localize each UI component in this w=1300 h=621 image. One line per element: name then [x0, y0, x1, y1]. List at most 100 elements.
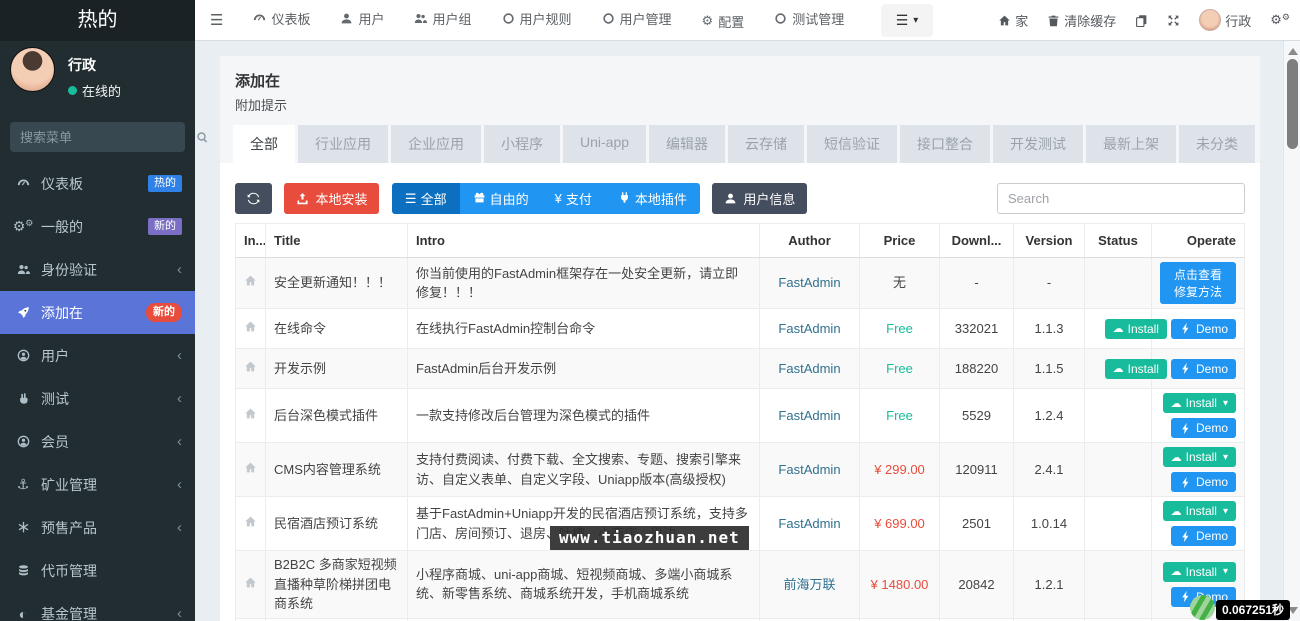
install-button[interactable]: ☁Install — [1105, 359, 1167, 379]
top-nav-item[interactable]: 用户管理 — [587, 0, 687, 39]
userinfo-button[interactable]: 用户信息 — [712, 183, 807, 214]
addon-author-link[interactable]: 前海万联 — [783, 577, 835, 592]
topbar-expand[interactable] — [1167, 14, 1180, 27]
column-header[interactable]: In... — [236, 224, 266, 258]
filter-支付[interactable]: ¥支付 — [542, 183, 605, 214]
fix-button[interactable]: 点击查看修复方法 — [1160, 262, 1236, 304]
scroll-up-arrow-icon[interactable] — [1288, 48, 1298, 55]
table-row: 在线命令 在线执行FastAdmin控制台命令 FastAdmin Free 3… — [236, 309, 1245, 349]
nav-more-dropdown[interactable]: ☰ ▾ — [881, 4, 933, 37]
addon-author-link[interactable]: FastAdmin — [778, 516, 840, 531]
addon-author-link[interactable]: FastAdmin — [778, 462, 840, 477]
list-icon: ☰ — [405, 191, 417, 207]
sidebar-item[interactable]: 身份验证 ‹ — [0, 248, 195, 291]
install-dropdown-button[interactable]: ☁Install▾ — [1163, 562, 1236, 582]
addon-intro: 支持付费阅读、付费下载、全文搜索、专题、搜索引擎来访、自定义表单、自定义字段、U… — [408, 443, 760, 497]
sidebar-item[interactable]: ◐ 基金管理 ‹ — [0, 592, 195, 621]
demo-button[interactable]: Demo — [1171, 418, 1236, 438]
sidebar-item[interactable]: 仪表板 热的 — [0, 162, 195, 205]
tab-云存储[interactable]: 云存储 — [728, 125, 804, 163]
install-button[interactable]: ☁Install — [1105, 319, 1167, 339]
sidebar-item[interactable]: 代币管理 — [0, 549, 195, 592]
tab-最新上架[interactable]: 最新上架 — [1086, 125, 1176, 163]
tab-接口整合[interactable]: 接口整合 — [900, 125, 990, 163]
sidebar-item[interactable]: 添加在 新的 — [0, 291, 195, 334]
tab-编辑器[interactable]: 编辑器 — [649, 125, 725, 163]
column-header[interactable]: Downl... — [940, 224, 1014, 258]
tab-未分类[interactable]: 未分类 — [1179, 125, 1255, 163]
circle-o-icon — [774, 12, 787, 25]
column-header[interactable]: Title — [266, 224, 408, 258]
loading-spinner-icon — [1190, 595, 1215, 620]
local-install-button[interactable]: 本地安装 — [284, 183, 379, 214]
sidebar-item[interactable]: 用户 ‹ — [0, 334, 195, 377]
yen-icon: ¥ — [555, 191, 562, 206]
topbar-copy[interactable] — [1135, 14, 1148, 27]
column-header[interactable]: Version — [1014, 224, 1085, 258]
top-nav-item[interactable]: ⚙配置 — [687, 1, 760, 41]
addon-author-link[interactable]: FastAdmin — [778, 361, 840, 376]
sidebar-item[interactable]: ⚙⚙ 一般的 新的 — [0, 205, 195, 248]
topbar-user[interactable]: 行政 — [1199, 9, 1251, 31]
avatar[interactable] — [10, 47, 55, 92]
top-nav-item[interactable]: 用户规则 — [487, 0, 587, 39]
sidebar-item[interactable]: 预售产品 ‹ — [0, 506, 195, 549]
sidebar-item[interactable]: 会员 ‹ — [0, 420, 195, 463]
tab-Uni-app[interactable]: Uni-app — [563, 125, 646, 163]
tab-全部[interactable]: 全部 — [233, 125, 295, 163]
gear-icon: ⚙ — [702, 13, 714, 29]
topbar-cogs[interactable]: ⚙⚙ — [1270, 12, 1290, 28]
column-header[interactable]: Price — [860, 224, 940, 258]
addon-author-link[interactable]: FastAdmin — [778, 275, 840, 290]
tab-小程序[interactable]: 小程序 — [484, 125, 560, 163]
column-header[interactable]: Operate — [1152, 224, 1245, 258]
vertical-scrollbar[interactable] — [1283, 41, 1300, 621]
filter-本地插件[interactable]: 本地插件 — [605, 183, 700, 214]
addon-price: Free — [860, 389, 940, 443]
adjust-icon: ◐ — [13, 606, 33, 621]
top-nav-item[interactable]: 仪表板 — [238, 0, 325, 39]
demo-button[interactable]: Demo — [1171, 359, 1236, 379]
caret-down-icon: ▾ — [913, 15, 918, 26]
top-nav-item[interactable]: 用户 — [325, 0, 399, 39]
tab-短信验证[interactable]: 短信验证 — [807, 125, 897, 163]
demo-button[interactable]: Demo — [1171, 526, 1236, 546]
install-dropdown-button[interactable]: ☁Install▾ — [1163, 393, 1236, 413]
top-nav-item[interactable]: 用户组 — [399, 0, 486, 39]
page-head: 添加在 附加提示 — [220, 56, 1260, 125]
refresh-button[interactable] — [235, 183, 272, 214]
sidebar-item[interactable]: ⚓ 矿业管理 ‹ — [0, 463, 195, 506]
column-header[interactable]: Intro — [408, 224, 760, 258]
scrollbar-thumb[interactable] — [1287, 59, 1298, 149]
addon-intro: 小程序商城、uni-app商城、短视频商城、多端小商城系统、新零售系统、商城系统… — [408, 551, 760, 619]
tab-企业应用[interactable]: 企业应用 — [391, 125, 481, 163]
sidebar-search-input[interactable] — [20, 130, 196, 145]
sidebar-item[interactable]: 测试 ‹ — [0, 377, 195, 420]
page-title: 添加在 — [235, 70, 1245, 91]
topbar-home[interactable]: 家 — [998, 11, 1028, 30]
filter-自由的[interactable]: 自由的 — [460, 183, 542, 214]
app-logo[interactable]: 热的 — [0, 0, 195, 41]
caret-down-icon: ▾ — [1223, 566, 1228, 577]
addon-price: ¥ 699.00 — [860, 497, 940, 551]
demo-button[interactable]: Demo — [1171, 472, 1236, 492]
addon-author-link[interactable]: FastAdmin — [778, 321, 840, 336]
table-search-input[interactable] — [997, 183, 1245, 214]
caret-down-icon: ▾ — [1223, 398, 1228, 409]
filter-全部[interactable]: ☰全部 — [392, 183, 460, 214]
install-dropdown-button[interactable]: ☁Install▾ — [1163, 501, 1236, 521]
topbar-trash[interactable]: 清除缓存 — [1047, 11, 1116, 30]
column-header[interactable]: Author — [760, 224, 860, 258]
addon-intro: 你当前使用的FastAdmin框架存在一处安全更新，请立即修复！！！ — [408, 258, 760, 309]
addon-author-link[interactable]: FastAdmin — [778, 408, 840, 423]
demo-button[interactable]: Demo — [1171, 319, 1236, 339]
tab-行业应用[interactable]: 行业应用 — [298, 125, 388, 163]
bolt-icon — [1179, 476, 1192, 489]
install-dropdown-button[interactable]: ☁Install▾ — [1163, 447, 1236, 467]
chevron-left-icon: ‹ — [177, 262, 182, 277]
menu-toggle-icon[interactable]: ☰ — [195, 11, 238, 29]
tab-开发测试[interactable]: 开发测试 — [993, 125, 1083, 163]
column-header[interactable]: Status — [1085, 224, 1152, 258]
top-nav-item[interactable]: 测试管理 — [759, 0, 859, 39]
app-logo-text: 热的 — [78, 9, 118, 31]
